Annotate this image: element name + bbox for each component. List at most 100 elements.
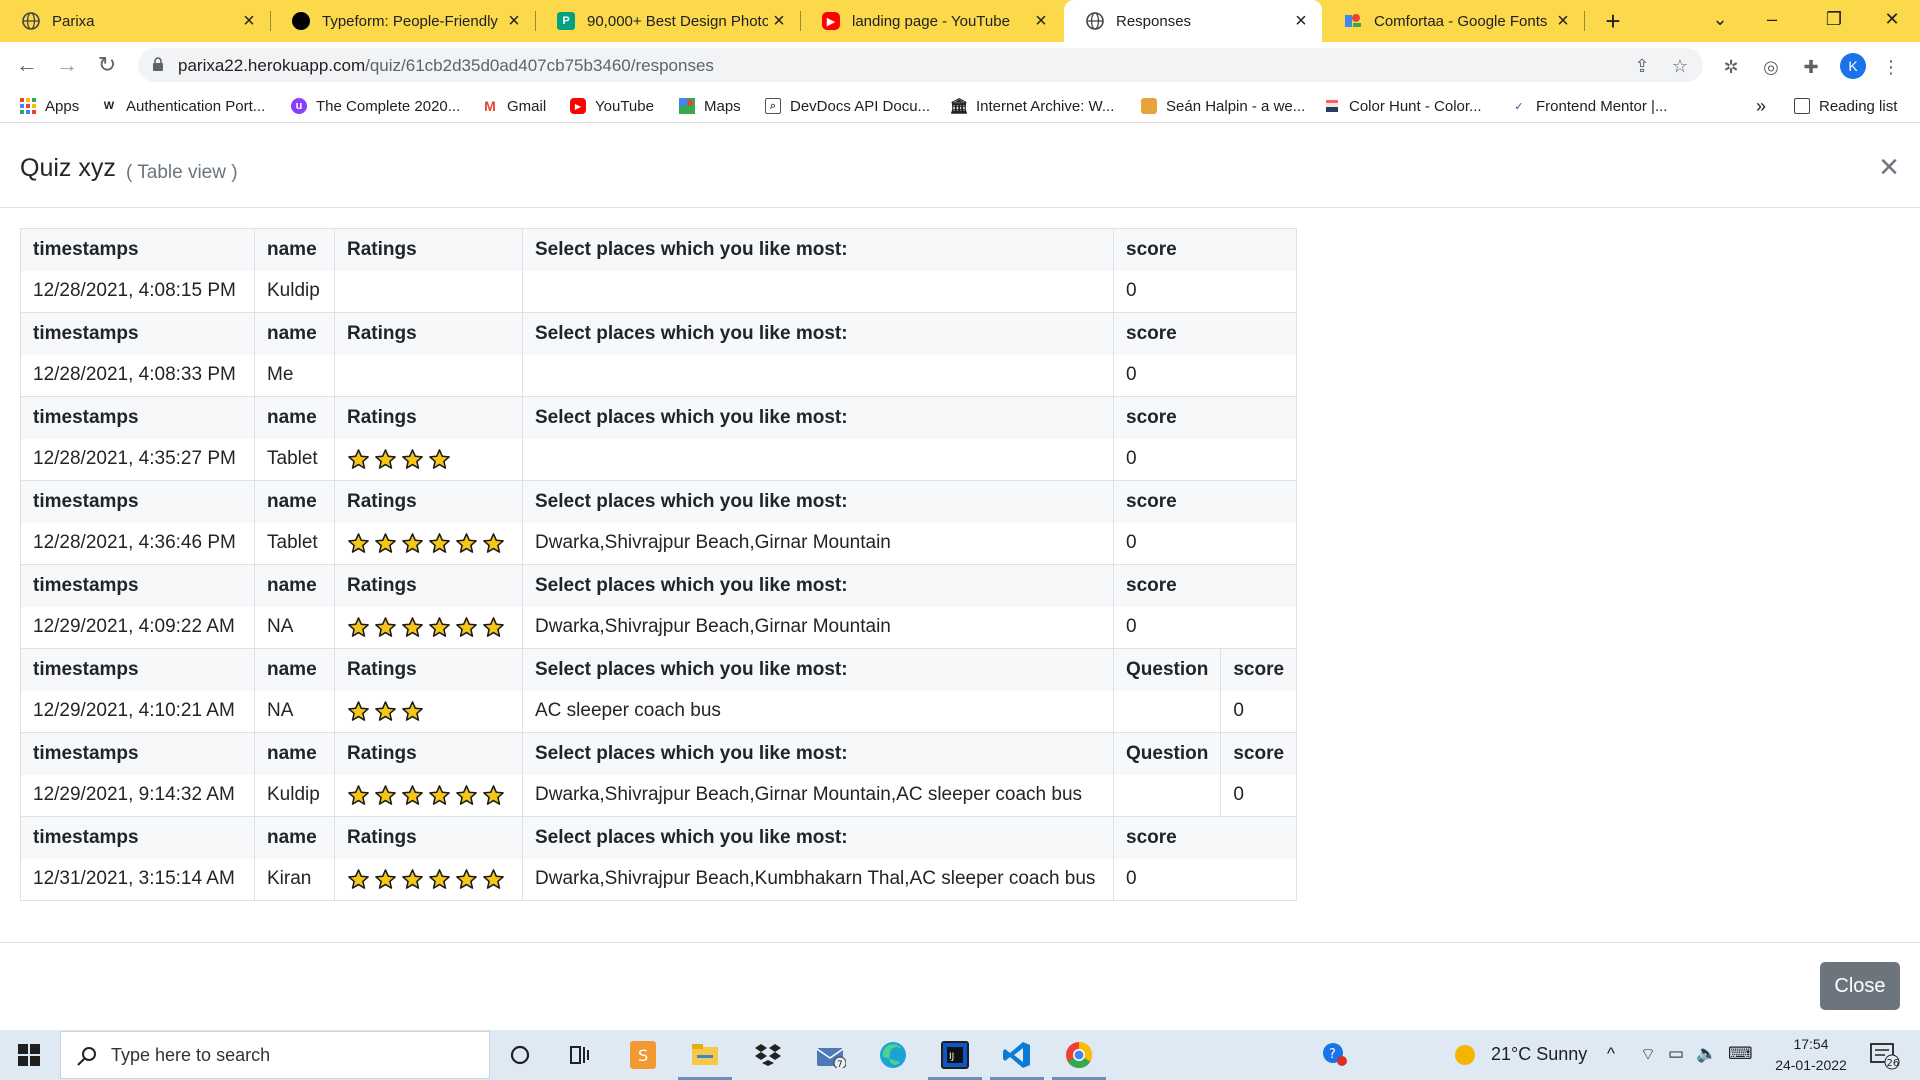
tab-youtube[interactable]: ▶ landing page - YouTube × — [800, 0, 1062, 42]
bookmark-apps[interactable]: Apps — [20, 96, 79, 116]
timestamp-cell: 12/31/2021, 3:15:14 AM — [20, 858, 255, 901]
star-icon — [375, 448, 396, 469]
tab-close-icon[interactable]: × — [503, 11, 525, 31]
extensions-puzzle-icon[interactable]: ✚ — [1800, 56, 1822, 78]
tab-responses[interactable]: Responses × — [1064, 0, 1322, 42]
weather-widget[interactable]: 21°C Sunny — [1455, 1044, 1587, 1065]
bookmark-star-icon[interactable]: ☆ — [1669, 55, 1691, 77]
empty-cell — [1220, 522, 1297, 565]
tab-close-icon[interactable]: × — [238, 11, 260, 31]
battery-icon[interactable]: ▭ — [1668, 1044, 1684, 1064]
new-tab-button[interactable]: + — [1598, 6, 1628, 36]
bookmark-authentication[interactable]: W Authentication Port... — [101, 96, 265, 116]
bookmark-maps[interactable]: Maps — [679, 96, 741, 116]
column-header: name — [254, 396, 335, 439]
tab-parixa[interactable]: Parixa × — [0, 0, 270, 42]
page-title: Quiz xyz — [20, 154, 116, 182]
timestamp-cell: 12/28/2021, 4:35:27 PM — [20, 438, 255, 481]
forward-arrow-icon[interactable]: → — [52, 50, 82, 80]
wifi-icon[interactable]: ⌔ — [1640, 1044, 1656, 1065]
star-rating — [347, 868, 505, 891]
timestamp-cell: 12/29/2021, 9:14:32 AM — [20, 774, 255, 817]
close-window-icon[interactable]: ✕ — [1872, 4, 1912, 34]
score-cell: 0 — [1112, 354, 1221, 397]
svg-text:?: ? — [1329, 1047, 1336, 1062]
browser-menu-icon[interactable]: ⋮ — [1880, 56, 1902, 78]
share-icon[interactable]: ⇪ — [1631, 55, 1653, 77]
star-icon — [483, 784, 504, 805]
profile-avatar[interactable]: K — [1840, 53, 1866, 79]
tab-google-fonts[interactable]: Comfortaa - Google Fonts × — [1322, 0, 1584, 42]
cortana-icon[interactable] — [503, 1038, 537, 1072]
chrome-icon[interactable] — [1052, 1038, 1106, 1080]
reload-icon[interactable]: ↻ — [92, 50, 122, 80]
response-header-row: timestamps name Ratings Select places which… — [20, 564, 1297, 607]
bookmark-youtube[interactable]: ▶ YouTube — [570, 96, 654, 116]
svg-text:IJ: IJ — [949, 1052, 954, 1062]
intellij-icon[interactable]: IJ — [928, 1038, 982, 1080]
volume-icon[interactable]: 🔈 — [1696, 1044, 1717, 1064]
tab-close-icon[interactable]: × — [1030, 11, 1052, 31]
vscode-icon[interactable] — [990, 1038, 1044, 1080]
bookmark-label: Authentication Port... — [126, 97, 266, 115]
system-clock[interactable]: 17:54 24-01-2022 — [1765, 1034, 1857, 1076]
browser-tabstrip: Parixa × Typeform: People-Friendly F × P… — [0, 0, 1920, 42]
sublime-text-icon[interactable]: S — [626, 1038, 660, 1072]
response-header-row: timestamps name Ratings Select places which… — [20, 480, 1297, 523]
star-rating — [347, 784, 505, 807]
notification-center-icon[interactable]: 26 — [1868, 1038, 1902, 1072]
url-text[interactable]: parixa22.herokuapp.com/quiz/61cb2d35d0ad… — [178, 56, 714, 76]
extension-circle-icon[interactable]: ◎ — [1760, 56, 1782, 78]
tab-typeform[interactable]: Typeform: People-Friendly F × — [270, 0, 535, 42]
bookmark-udemy[interactable]: u The Complete 2020... — [291, 96, 460, 116]
close-button[interactable]: Close — [1820, 962, 1900, 1010]
places-cell — [522, 438, 1114, 481]
bookmark-internet-archive[interactable]: 🏛 Internet Archive: W... — [949, 96, 1115, 116]
mail-icon[interactable]: 7 — [814, 1038, 848, 1072]
extension-bug-icon[interactable]: ✲ — [1720, 56, 1742, 78]
tab-pexels[interactable]: P 90,000+ Best Design Photos × — [535, 0, 800, 42]
response-value-row: 12/28/2021, 4:35:27 PM Tablet 0 — [20, 438, 1297, 481]
help-notification-icon[interactable]: ? — [1318, 1038, 1352, 1072]
file-explorer-icon[interactable] — [678, 1038, 732, 1080]
task-view-icon[interactable] — [563, 1038, 597, 1072]
reading-list-button[interactable]: Reading list — [1794, 96, 1897, 116]
response-header-row: timestamps name Ratings Select places which… — [20, 312, 1297, 355]
lock-icon[interactable] — [152, 56, 164, 72]
column-header: score — [1220, 732, 1297, 775]
bookmark-label: DevDocs API Docu... — [790, 97, 931, 115]
taskbar-search-input[interactable]: Type here to search — [60, 1031, 490, 1079]
windows-start-icon[interactable] — [18, 1044, 40, 1066]
gmail-icon: M — [484, 98, 496, 114]
empty-cell — [1220, 396, 1297, 439]
bookmarks-overflow-chevron-icon[interactable]: » — [1756, 96, 1766, 116]
keyboard-icon[interactable]: ⌨ — [1728, 1044, 1753, 1064]
bookmark-label: Internet Archive: W... — [976, 97, 1115, 115]
star-icon — [402, 616, 423, 637]
bookmark-gmail[interactable]: M Gmail — [482, 96, 546, 116]
restore-icon[interactable]: ❐ — [1814, 4, 1854, 34]
tab-search-chevron-icon[interactable]: ⌄ — [1700, 4, 1740, 34]
minimize-icon[interactable]: – — [1752, 4, 1792, 34]
bookmark-sean-halpin[interactable]: Seán Halpin - a we... — [1141, 96, 1305, 116]
bookmark-color-hunt[interactable]: Color Hunt - Color... — [1324, 96, 1482, 116]
address-bar[interactable]: parixa22.herokuapp.com/quiz/61cb2d35d0ad… — [138, 48, 1703, 82]
close-icon[interactable]: × — [1874, 150, 1904, 184]
tab-title: Comfortaa - Google Fonts — [1374, 12, 1548, 30]
column-header: timestamps — [20, 816, 255, 859]
star-rating — [347, 532, 505, 555]
bookmark-devdocs[interactable]: ⌕ DevDocs API Docu... — [765, 96, 930, 116]
back-arrow-icon[interactable]: ← — [12, 50, 42, 80]
tab-close-icon[interactable]: × — [768, 11, 790, 31]
column-header: score — [1112, 816, 1221, 859]
bookmark-frontend-mentor[interactable]: ✓ Frontend Mentor |... — [1511, 96, 1667, 116]
tab-close-icon[interactable]: × — [1552, 11, 1574, 31]
column-header: Ratings — [334, 480, 523, 523]
star-icon — [402, 868, 423, 889]
rating-cell — [334, 606, 523, 649]
star-icon — [429, 532, 450, 553]
tab-close-icon[interactable]: × — [1290, 11, 1312, 31]
tray-chevron-up-icon[interactable]: ^ — [1607, 1044, 1615, 1064]
edge-icon[interactable] — [876, 1038, 910, 1072]
dropbox-icon[interactable] — [751, 1038, 785, 1072]
